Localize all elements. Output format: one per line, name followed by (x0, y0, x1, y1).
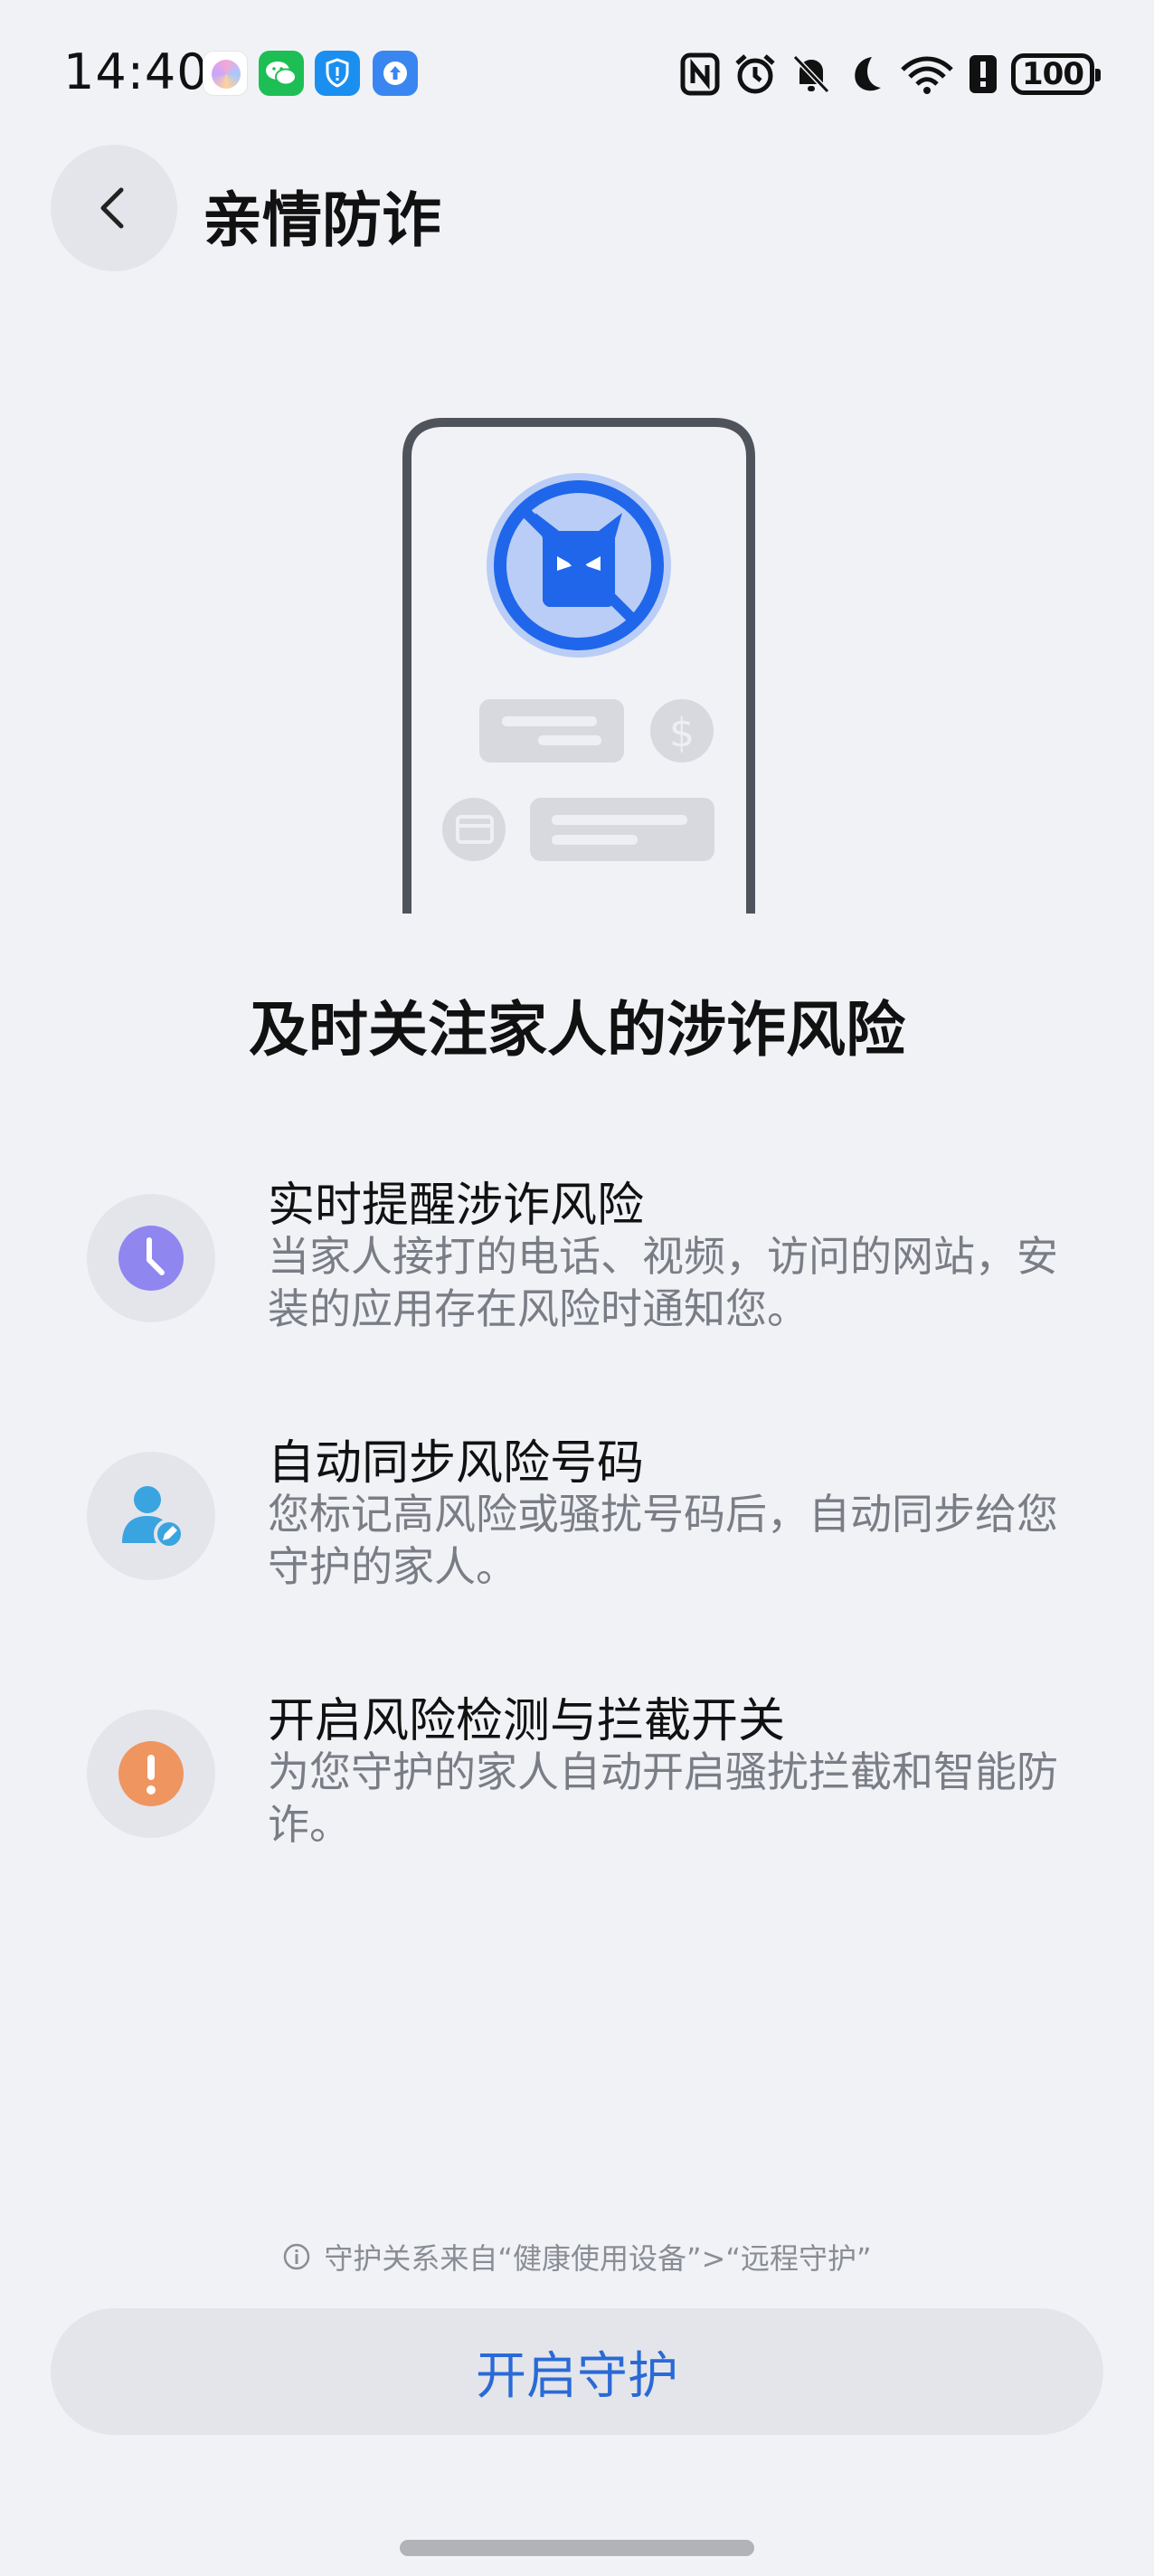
feature-title: 自动同步风险号码 (268, 1436, 645, 1491)
bell-off-icon (792, 54, 830, 94)
footer-note-text: 守护关系来自“健康使用设备”>“远程守护” (324, 2241, 872, 2276)
moon-icon (855, 57, 881, 91)
info-icon (284, 2243, 310, 2270)
upload-icon (373, 51, 418, 96)
home-indicator[interactable] (400, 2540, 754, 2556)
message-bar-1 (479, 699, 624, 762)
feature-desc: 当家人接打的电话、视频，访问的网站，安装的应用存在风险时通知您。 (268, 1232, 1058, 1333)
battery-level: 100 (1022, 56, 1084, 92)
feature-icon-bg (87, 1709, 215, 1838)
exclamation-icon (118, 1741, 184, 1806)
chevron-left-icon (100, 187, 124, 229)
enable-protection-button[interactable]: 开启守护 (51, 2308, 1103, 2435)
alarm-icon (735, 54, 775, 94)
clock-icon (118, 1226, 184, 1291)
system-icons: 100 (680, 49, 1101, 99)
card-circle (442, 798, 506, 861)
back-button[interactable] (51, 145, 177, 271)
feature-item: 开启风险检测与拦截开关 为您守护的家人自动开启骚扰拦截和智能防诈。 (87, 1682, 1091, 1872)
wifi-icon (901, 56, 953, 94)
feature-desc: 为您守护的家人自动开启骚扰拦截和智能防诈。 (268, 1747, 1058, 1849)
feature-desc: 您标记高风险或骚扰号码后，自动同步给您守护的家人。 (268, 1490, 1058, 1591)
security-shield-icon (315, 51, 360, 96)
battery-icon: 100 (1011, 53, 1101, 95)
footer-note: 守护关系来自“健康使用设备”>“远程守护” (0, 2236, 1154, 2278)
wechat-icon (259, 51, 304, 96)
page-title: 亲情防诈 (203, 185, 441, 255)
hero-title: 及时关注家人的涉诈风险 (249, 995, 905, 1065)
status-bar: 14:40 100 (0, 0, 1154, 145)
feature-icon-bg (87, 1194, 215, 1322)
nfc-icon (680, 52, 720, 96)
message-bar-2 (530, 798, 714, 861)
feature-icon-bg (87, 1452, 215, 1580)
user-sync-icon (122, 1486, 184, 1549)
feature-item: 自动同步风险号码 您标记高风险或骚扰号码后，自动同步给您守护的家人。 (87, 1425, 1091, 1615)
status-time: 14:40 (63, 43, 209, 100)
feature-title: 实时提醒涉诈风险 (268, 1179, 645, 1233)
app-notif-icon (203, 51, 248, 96)
phone-illustration: $ (402, 418, 755, 914)
alert-icon (970, 55, 997, 93)
svg-text:$: $ (669, 710, 695, 756)
feature-title: 开启风险检测与拦截开关 (268, 1694, 786, 1748)
feature-item: 实时提醒涉诈风险 当家人接打的电话、视频，访问的网站，安装的应用存在风险时通知您… (87, 1167, 1091, 1357)
